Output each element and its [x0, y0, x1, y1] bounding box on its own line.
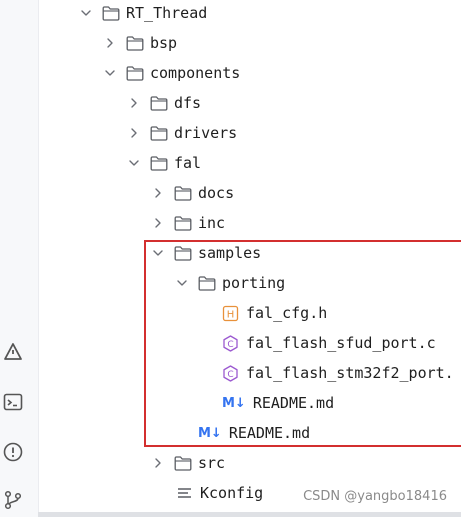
chevron-down-icon[interactable] — [128, 157, 140, 169]
chevron-right-icon[interactable] — [152, 187, 164, 199]
tree-node-label: docs — [198, 184, 235, 202]
chevron-down-icon[interactable] — [80, 7, 92, 19]
tree-node-label: inc — [198, 214, 226, 232]
folder-icon — [102, 6, 120, 21]
folder-icon — [174, 456, 192, 471]
tree-node-label: Kconfig — [200, 484, 264, 502]
chevron-right-icon[interactable] — [104, 37, 116, 49]
tree-node-fal[interactable]: fal — [0, 148, 461, 178]
folder-icon — [174, 186, 192, 201]
tree-node-label: components — [150, 64, 241, 82]
text-file-icon — [178, 487, 191, 498]
tree-node-components[interactable]: components — [0, 58, 461, 88]
tree-node-src[interactable]: src — [0, 448, 461, 478]
watermark: CSDN @yangbo18416 — [303, 489, 447, 504]
folder-icon — [150, 96, 168, 111]
folder-icon — [126, 36, 144, 51]
tree-node-label: src — [198, 454, 226, 472]
tree-node-docs[interactable]: docs — [0, 178, 461, 208]
chevron-right-icon[interactable] — [128, 97, 140, 109]
tree-node-bsp[interactable]: bsp — [0, 28, 461, 58]
folder-icon — [126, 66, 144, 81]
tree-node-label: bsp — [150, 34, 178, 52]
chevron-right-icon[interactable] — [152, 217, 164, 229]
chevron-right-icon[interactable] — [152, 457, 164, 469]
tree-node-inc[interactable]: inc — [0, 208, 461, 238]
tree-node-label: RT_Thread — [126, 4, 208, 22]
chevron-down-icon[interactable] — [104, 67, 116, 79]
tree-node-drivers[interactable]: drivers — [0, 118, 461, 148]
tree-node-label: drivers — [174, 124, 238, 142]
tree-node-label: dfs — [174, 94, 202, 112]
tree-node-label: fal — [174, 154, 202, 172]
highlight-box — [144, 240, 461, 447]
folder-icon — [174, 216, 192, 231]
folder-icon — [150, 156, 168, 171]
horizontal-scrollbar[interactable] — [38, 512, 461, 517]
tree-node-dfs[interactable]: dfs — [0, 88, 461, 118]
chevron-right-icon[interactable] — [128, 127, 140, 139]
tree-node-rt-thread[interactable]: RT_Thread — [0, 0, 461, 28]
folder-icon — [150, 126, 168, 141]
